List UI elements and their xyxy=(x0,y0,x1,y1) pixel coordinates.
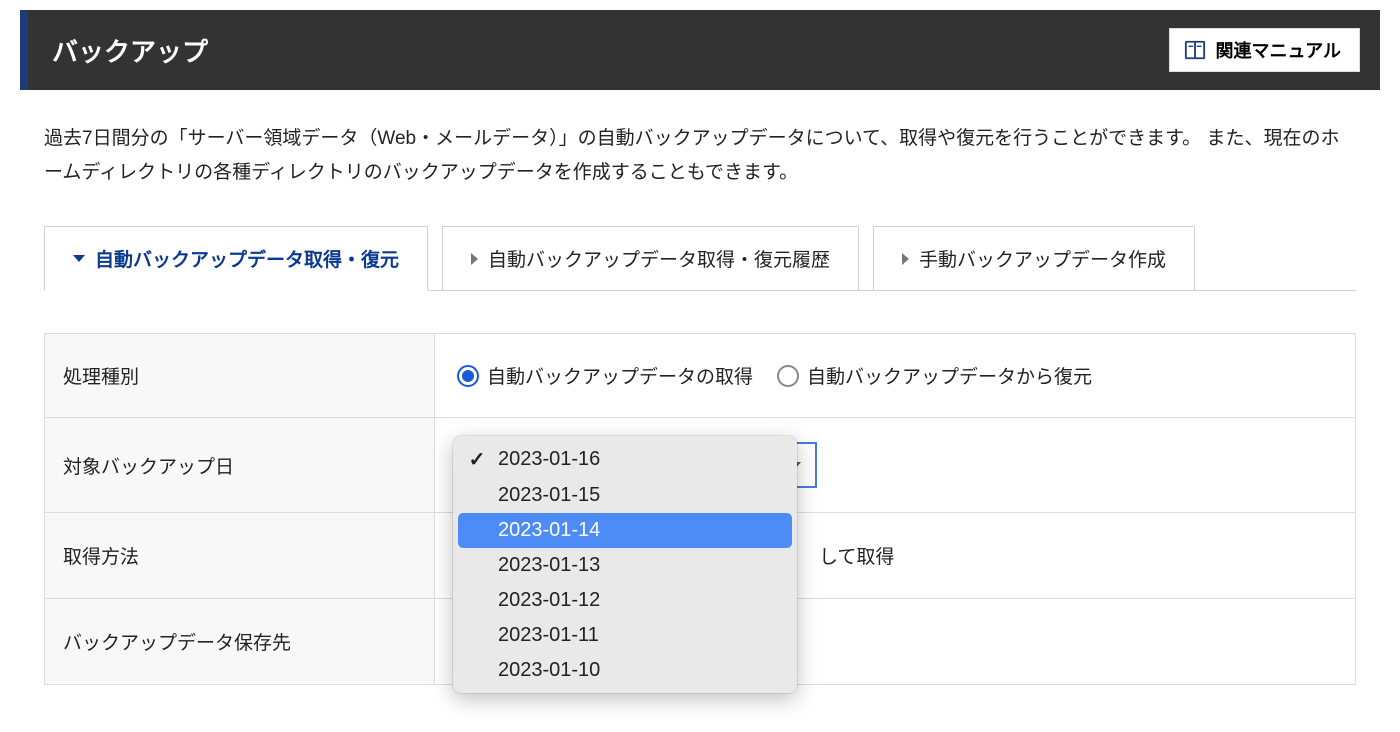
dropdown-option-label: 2023-01-14 xyxy=(498,519,600,542)
backup-date-dropdown: ✓ 2023-01-16 2023-01-15 2023-01-14 2023-01-1… xyxy=(453,436,797,693)
radio-label: 自動バックアップデータから復元 xyxy=(807,362,1092,389)
tab-auto-backup[interactable]: 自動バックアップデータ取得・復元 xyxy=(44,226,428,291)
radio-group-process-type: 自動バックアップデータの取得 自動バックアップデータから復元 xyxy=(457,362,1333,389)
dropdown-option[interactable]: 2023-01-12 xyxy=(458,583,792,618)
book-icon xyxy=(1184,39,1206,61)
dropdown-option-label: 2023-01-12 xyxy=(498,589,600,612)
page-description: 過去7日間分の「サーバー領域データ（Web・メールデータ）」の自動バックアップデ… xyxy=(44,122,1356,190)
radio-option-restore[interactable]: 自動バックアップデータから復元 xyxy=(777,362,1092,389)
row-label-method: 取得方法 xyxy=(45,513,435,599)
row-label-backup-date: 対象バックアップ日 xyxy=(45,418,435,513)
tab-label: 自動バックアップデータ取得・復元 xyxy=(95,245,399,272)
radio-checked-icon xyxy=(457,365,479,387)
row-label-destination: バックアップデータ保存先 xyxy=(45,599,435,685)
method-value-fragment: して取得 xyxy=(819,547,894,568)
row-value-backup-date: ✓2023-01-162023-01-152023-01-142023-01-1… xyxy=(435,418,1356,513)
dropdown-option-label: 2023-01-11 xyxy=(498,624,599,647)
content: 過去7日間分の「サーバー領域データ（Web・メールデータ）」の自動バックアップデ… xyxy=(0,90,1400,685)
tab-auto-backup-history[interactable]: 自動バックアップデータ取得・復元履歴 xyxy=(442,226,859,290)
dropdown-option-label: 2023-01-13 xyxy=(498,554,600,577)
page-header: バックアップ 関連マニュアル xyxy=(20,10,1380,90)
dropdown-option[interactable]: ✓ 2023-01-16 xyxy=(458,441,792,478)
row-value-process-type: 自動バックアップデータの取得 自動バックアップデータから復元 xyxy=(435,334,1356,418)
chevron-down-icon xyxy=(73,255,85,262)
check-icon: ✓ xyxy=(468,447,486,472)
radio-unchecked-icon xyxy=(777,365,799,387)
dropdown-option-label: 2023-01-10 xyxy=(498,659,600,682)
chevron-right-icon xyxy=(471,253,478,265)
dropdown-option-label: 2023-01-16 xyxy=(498,448,600,471)
table-row: 対象バックアップ日 ✓ 2023-01-16 2023-01-15 2023-01-1… xyxy=(45,418,1356,513)
manual-button[interactable]: 関連マニュアル xyxy=(1169,28,1360,72)
radio-label: 自動バックアップデータの取得 xyxy=(487,362,753,389)
table-row: 処理種別 自動バックアップデータの取得 自動バックアップデータから復元 xyxy=(45,334,1356,418)
dropdown-option[interactable]: 2023-01-14 xyxy=(458,513,792,548)
page-title: バックアップ xyxy=(28,32,208,69)
row-label-process-type: 処理種別 xyxy=(45,334,435,418)
tab-manual-backup[interactable]: 手動バックアップデータ作成 xyxy=(873,226,1195,290)
dropdown-option[interactable]: 2023-01-15 xyxy=(458,478,792,513)
dropdown-option[interactable]: 2023-01-10 xyxy=(458,653,792,688)
dropdown-option-label: 2023-01-15 xyxy=(498,484,600,507)
tab-label: 手動バックアップデータ作成 xyxy=(919,245,1166,272)
radio-option-get[interactable]: 自動バックアップデータの取得 xyxy=(457,362,753,389)
form-table: 処理種別 自動バックアップデータの取得 自動バックアップデータから復元 対象バッ… xyxy=(44,333,1356,685)
chevron-right-icon xyxy=(902,253,909,265)
tabs: 自動バックアップデータ取得・復元 自動バックアップデータ取得・復元履歴 手動バッ… xyxy=(44,226,1356,291)
dropdown-option[interactable]: 2023-01-11 xyxy=(458,618,792,653)
tab-label: 自動バックアップデータ取得・復元履歴 xyxy=(488,245,830,272)
manual-button-label: 関連マニュアル xyxy=(1216,37,1341,63)
dropdown-option[interactable]: 2023-01-13 xyxy=(458,548,792,583)
